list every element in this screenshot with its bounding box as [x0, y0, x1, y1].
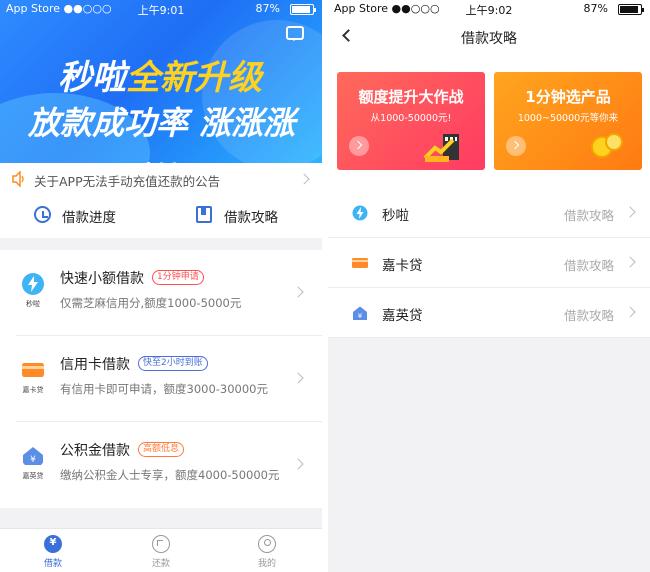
announcement-bar[interactable]: 关于APP无法手动充值还款的公告 — [0, 165, 322, 193]
banner-headline-highlight: 全新升级 — [126, 58, 262, 98]
tab-mine[interactable]: 我的 — [237, 535, 297, 571]
loan-description: 仅需芝麻信用分,额度1000-5000元 — [60, 296, 242, 310]
loan-description: 缴纳公积金人士专享，额度4000-50000元 — [60, 468, 280, 482]
home-screen: 秒啦全新升级 放款成功率 涨涨涨 App Store ●●○○○ 上午9:01 … — [0, 0, 322, 572]
product-select-card[interactable]: 1分钟选产品 1000~50000元等你来 — [494, 72, 642, 170]
guide-item-jiayingdai[interactable]: ¥ 嘉英贷 借款攻略 — [328, 288, 650, 338]
loan-progress-label: 借款进度 — [62, 210, 116, 226]
announcement-text: 关于APP无法手动充值还款的公告 — [34, 174, 221, 189]
card-subtitle: 从1000-50000元! — [370, 113, 452, 124]
status-bar: App Store ●●○○○ 上午9:01 87% — [0, 0, 322, 18]
page-dot[interactable] — [145, 162, 151, 163]
tab-label: 还款 — [151, 559, 170, 569]
card-title: 1分钟选产品 — [525, 88, 611, 106]
battery-percent: 87% — [583, 2, 608, 15]
loan-item-quick[interactable]: 秒啦 快速小额借款 1分钟申请 仅需芝麻信用分,额度1000-5000元 — [0, 250, 322, 336]
book-icon — [196, 206, 212, 223]
loan-title: 快速小额借款 — [60, 271, 144, 287]
nav-bar: 借款攻略 — [328, 18, 650, 54]
repay-icon — [152, 535, 170, 553]
chevron-right-icon — [292, 286, 304, 298]
guide-name: 秒啦 — [382, 208, 409, 224]
loan-description: 有信用卡即可申请，额度3000-30000元 — [60, 382, 268, 396]
promo-cards: 额度提升大作战 从1000-50000元! 1分钟选产品 1000~50000元… — [328, 54, 650, 188]
logo-label: 嘉英贷 — [22, 472, 44, 480]
battery-percent: 87% — [255, 2, 280, 15]
banner-subheadline: 放款成功率 涨涨涨 — [28, 104, 296, 142]
guide-action: 借款攻略 — [563, 308, 614, 323]
section-divider — [0, 238, 322, 250]
tab-label: 借款 — [43, 559, 62, 569]
loan-title: 公积金借款 — [60, 443, 130, 459]
arrow-right-icon — [349, 136, 369, 156]
loan-progress-button[interactable]: 借款进度 — [34, 206, 144, 226]
guide-action: 借款攻略 — [563, 208, 614, 223]
chevron-right-icon — [624, 256, 636, 268]
loan-guide-screen: App Store ●●○○○ 上午9:02 87% 借款攻略 额度提升大作战 … — [328, 0, 650, 572]
battery-icon — [618, 4, 644, 15]
guide-item-miaola[interactable]: 秒啦 借款攻略 — [328, 188, 650, 238]
card-title: 额度提升大作战 — [358, 88, 464, 106]
quick-actions: 借款进度 借款攻略 — [0, 196, 322, 234]
chevron-right-icon — [624, 206, 636, 218]
guide-name: 嘉卡贷 — [382, 258, 423, 274]
chevron-right-icon — [292, 458, 304, 470]
logo-label: 秒啦 — [26, 300, 40, 308]
chevron-right-icon — [298, 173, 310, 185]
lightning-icon — [352, 205, 368, 221]
chevron-right-icon — [292, 372, 304, 384]
jiayingdai-logo: ¥ 嘉英贷 — [16, 444, 50, 484]
status-bar: App Store ●●○○○ 上午9:02 87% — [328, 0, 650, 18]
guide-item-jiakadai[interactable]: 嘉卡贷 借款攻略 — [328, 238, 650, 288]
svg-text:¥: ¥ — [358, 312, 363, 320]
user-icon — [258, 535, 276, 553]
clock-icon — [34, 206, 51, 223]
loan-guide-button[interactable]: 借款攻略 — [196, 206, 306, 226]
jiakadai-logo: 嘉卡贷 — [16, 358, 50, 398]
coins-icon — [591, 133, 623, 158]
speaker-icon — [12, 171, 24, 187]
loan-title: 信用卡借款 — [60, 357, 130, 373]
guide-list: 秒啦 借款攻略 嘉卡贷 借款攻略 ¥ 嘉英贷 借款攻略 — [328, 188, 650, 338]
banner-headline: 秒啦全新升级 — [58, 50, 262, 99]
loan-item-housing-fund[interactable]: ¥ 嘉英贷 公积金借款 高额低息 缴纳公积金人士专享，额度4000-50000元 — [0, 422, 322, 508]
chevron-right-icon — [624, 306, 636, 318]
banner-page-indicator — [0, 152, 322, 163]
svg-text:¥: ¥ — [30, 455, 36, 465]
card-icon — [22, 363, 44, 377]
chat-icon[interactable] — [286, 26, 304, 41]
miaola-logo: 秒啦 — [16, 272, 50, 312]
growth-chart-icon — [423, 134, 459, 162]
battery-icon — [290, 4, 316, 15]
card-icon — [352, 258, 368, 268]
yen-icon — [44, 535, 62, 553]
tab-borrow[interactable]: 借款 — [23, 535, 83, 571]
card-subtitle: 1000~50000元等你来 — [517, 113, 619, 124]
promo-banner[interactable]: 秒啦全新升级 放款成功率 涨涨涨 — [0, 0, 322, 163]
loan-item-credit-card[interactable]: 嘉卡贷 信用卡借款 快至2小时到账 有信用卡即可申请，额度3000-30000元 — [0, 336, 322, 422]
tab-repay[interactable]: 还款 — [131, 535, 191, 571]
guide-name: 嘉英贷 — [382, 308, 423, 324]
banner-headline-brand: 秒啦 — [58, 58, 126, 98]
loan-tag: 1分钟申请 — [152, 270, 204, 285]
loan-guide-label: 借款攻略 — [224, 210, 278, 226]
page-title: 借款攻略 — [461, 31, 517, 47]
page-dot[interactable] — [158, 162, 164, 163]
logo-label: 嘉卡贷 — [22, 386, 44, 394]
house-icon: ¥ — [353, 306, 367, 320]
section-divider — [0, 508, 322, 528]
guide-action: 借款攻略 — [563, 258, 614, 273]
page-dot[interactable] — [171, 162, 177, 163]
arrow-right-icon — [506, 136, 526, 156]
loan-tag: 快至2小时到账 — [138, 356, 208, 371]
lightning-icon — [22, 273, 44, 295]
tab-label: 我的 — [257, 559, 276, 569]
loan-tag: 高额低息 — [138, 442, 185, 457]
credit-boost-card[interactable]: 额度提升大作战 从1000-50000元! — [337, 72, 485, 170]
tab-bar: 借款 还款 我的 — [0, 528, 322, 572]
house-icon: ¥ — [23, 447, 43, 465]
